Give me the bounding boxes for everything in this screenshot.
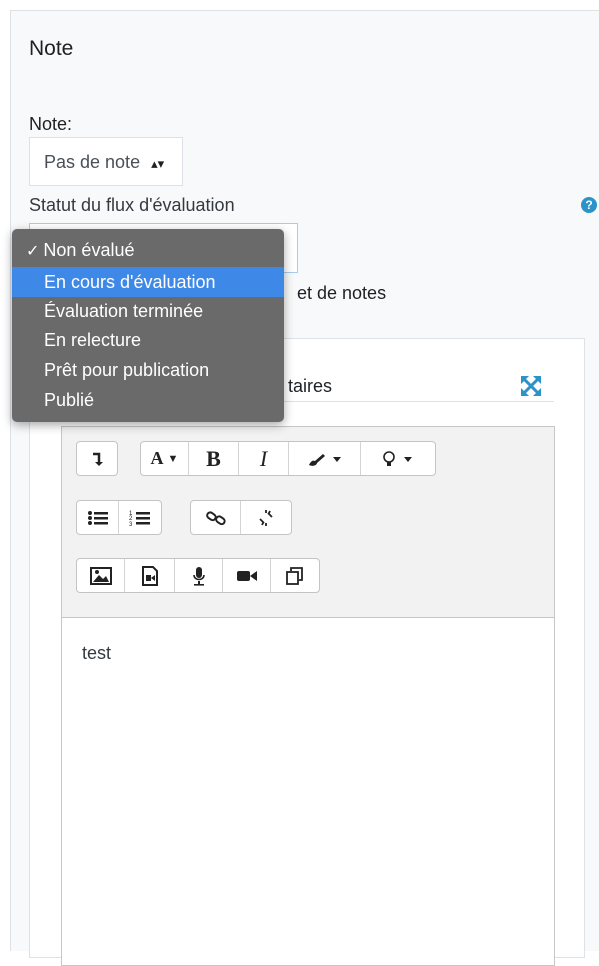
workflow-option[interactable]: Publié [12, 385, 284, 415]
feedback-card: taires A ▼ B I 1 2 3 test [29, 338, 585, 966]
editor-toolbar: A ▼ B I 123 [62, 427, 554, 618]
list-group: 123 [76, 500, 162, 535]
grade-select-value: Pas de note [44, 152, 141, 172]
format-group: A ▼ B I [140, 441, 436, 476]
media-group [76, 558, 320, 593]
bold-icon[interactable]: B [189, 442, 239, 475]
collapse-group [76, 441, 118, 476]
lightbulb-icon[interactable] [361, 442, 435, 475]
feedback-label: taires [288, 376, 333, 396]
section-title: Note [29, 37, 74, 60]
workflow-option[interactable]: Prêt pour publication [12, 355, 284, 385]
workflow-option[interactable]: En relecture [12, 325, 284, 355]
link-group [190, 500, 292, 535]
grade-label: Note: [29, 114, 73, 134]
workflow-option[interactable]: En cours d'évaluation [12, 267, 284, 297]
help-icon[interactable]: ? [581, 197, 597, 213]
video-icon[interactable] [223, 559, 271, 592]
link-icon[interactable] [191, 501, 241, 534]
microphone-icon[interactable] [175, 559, 223, 592]
select-arrows-icon: ▴▾ [151, 156, 165, 171]
notify-label: et de notes [297, 283, 387, 303]
text-editor[interactable]: A ▼ B I 123 test [61, 426, 555, 966]
font-icon[interactable]: A ▼ [141, 442, 189, 475]
check-icon: ✓ [26, 243, 40, 260]
collapse-icon[interactable] [77, 442, 117, 475]
paint-brush-icon[interactable] [289, 442, 361, 475]
bullet-list-icon[interactable] [77, 501, 119, 534]
numbered-list-icon[interactable]: 123 [119, 501, 161, 534]
workflow-dropdown: ✓ Non évalué En cours d'évaluation Évalua… [12, 229, 284, 422]
editor-content[interactable]: test [82, 643, 111, 664]
italic-icon[interactable]: I [239, 442, 289, 475]
workflow-option[interactable]: ✓ Non évalué [12, 235, 284, 265]
copy-icon[interactable] [271, 559, 319, 592]
svg-text:3: 3 [129, 522, 133, 527]
image-icon[interactable] [77, 559, 125, 592]
workflow-option[interactable]: Évaluation terminée [12, 296, 284, 326]
workflow-label: Statut du flux d'évaluation [29, 195, 235, 215]
media-file-icon[interactable] [125, 559, 175, 592]
unlink-icon[interactable] [241, 501, 291, 534]
grade-panel: Note Note: Pas de note ▴▾ Statut du flux… [10, 10, 599, 966]
expand-icon[interactable] [520, 375, 542, 397]
grade-select[interactable]: Pas de note ▴▾ [29, 137, 183, 186]
